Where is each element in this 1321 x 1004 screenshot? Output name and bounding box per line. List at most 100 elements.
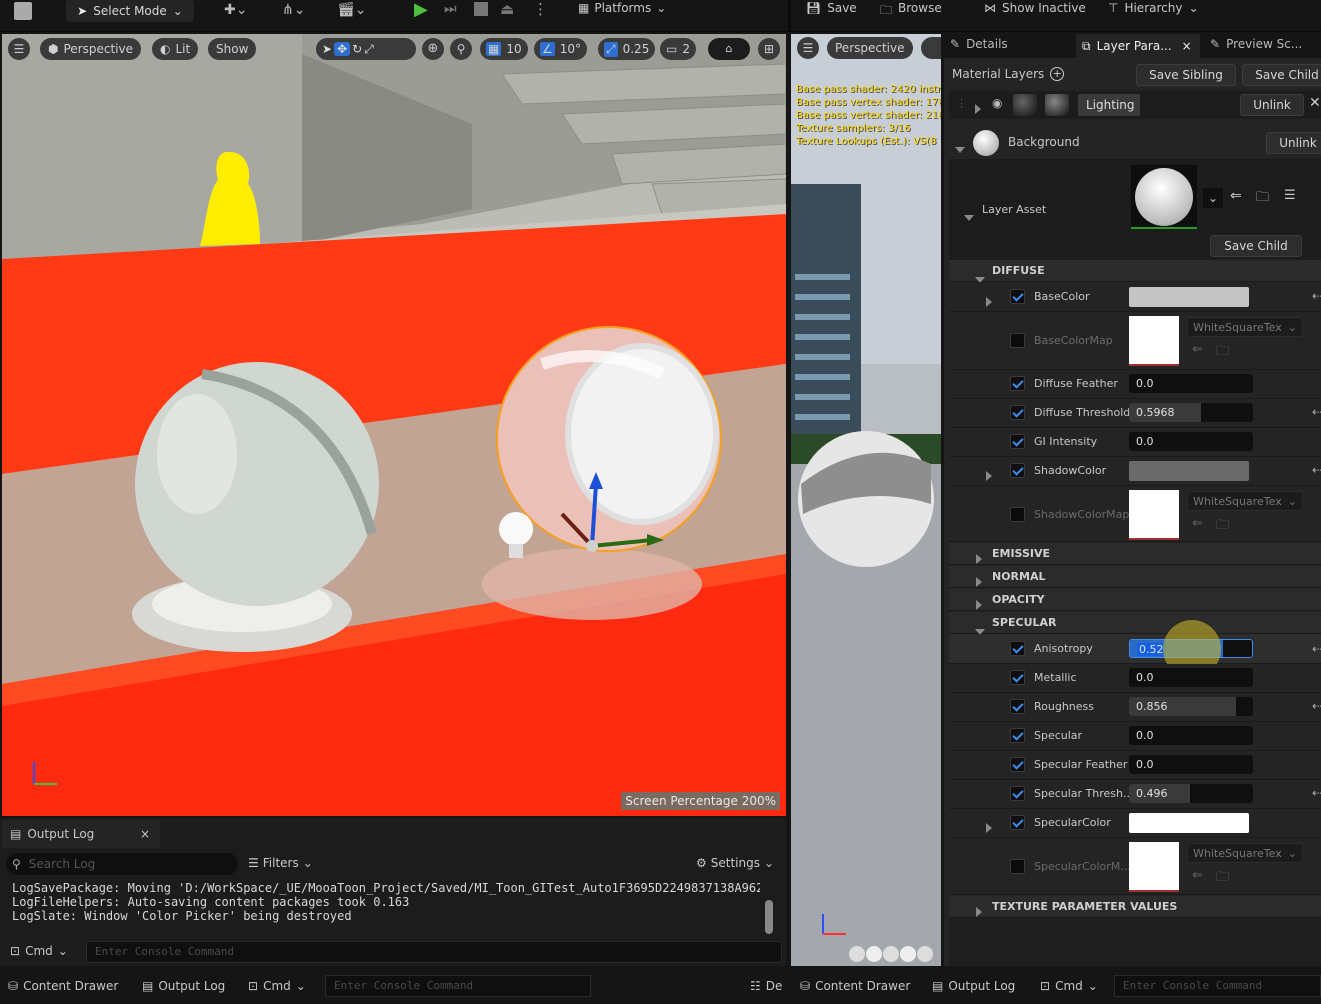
close-icon[interactable]: × — [1182, 39, 1192, 53]
save-icon[interactable] — [14, 2, 32, 20]
cmd-dropdown[interactable]: ⊡ Cmd ⌄ — [10, 944, 68, 958]
show-inactive-button[interactable]: ⋈ Show Inactive — [984, 1, 1086, 15]
add-layer-icon[interactable]: + — [1050, 67, 1065, 81]
basecolor-swatch[interactable] — [1129, 287, 1249, 307]
platforms-button[interactable]: ▦ Platforms ⌄ — [578, 1, 666, 15]
specular-threshold-checkbox[interactable] — [1010, 786, 1025, 801]
tab-layer-parameters[interactable]: ⧉ Layer Para... × — [1076, 34, 1200, 58]
settings-button[interactable]: ⚙ Settings ⌄ — [696, 856, 774, 870]
collapse-arrow[interactable] — [964, 206, 974, 225]
cube-icon[interactable] — [900, 946, 916, 962]
layout-icon[interactable]: ⊞ — [758, 38, 780, 60]
grid-snap-button[interactable]: ▦ 10 — [480, 38, 528, 60]
visibility-eye-icon[interactable]: ◉ — [992, 96, 1002, 110]
tab-details[interactable]: ✎ Details — [950, 37, 1008, 51]
save-child-button[interactable]: Save Child — [1242, 64, 1321, 86]
rotation-snap-button[interactable]: ∠ 10° — [534, 38, 588, 60]
specularcolor-checkbox[interactable] — [1010, 815, 1025, 830]
content-drawer-button-2[interactable]: ⛁ Content Drawer — [800, 979, 910, 993]
diffuse-threshold-checkbox[interactable] — [1010, 405, 1025, 420]
plane-icon[interactable] — [883, 946, 899, 962]
unlink-button[interactable]: Unlink — [1240, 94, 1304, 116]
search-log-field[interactable]: ⚲ Search Log — [6, 853, 238, 875]
expand-arrow[interactable] — [986, 818, 992, 837]
specularcolormap-thumbnail[interactable] — [1129, 842, 1179, 892]
filter-icon[interactable]: ☰ — [1284, 188, 1296, 203]
maximize-viewport-icon[interactable]: ⌂ — [708, 38, 750, 60]
reset-arrow-icon[interactable]: ⇠ — [1312, 642, 1321, 656]
close-icon[interactable]: × — [140, 827, 150, 841]
select-tool-icon[interactable]: ➤ — [322, 42, 332, 56]
content-drawer-button[interactable]: ⛁ Content Drawer — [8, 979, 118, 993]
hierarchy-button[interactable]: ⊤ Hierarchy ⌄ — [1108, 1, 1199, 15]
anisotropy-checkbox[interactable] — [1010, 641, 1025, 656]
play-icon[interactable]: ▶ — [414, 0, 428, 20]
expand-arrow[interactable] — [986, 292, 992, 311]
show-button[interactable]: Show — [208, 38, 257, 60]
unlink-background-button[interactable]: Unlink — [1266, 132, 1321, 154]
scale-tool-icon[interactable]: ⤢ — [364, 42, 374, 57]
texture-picker[interactable]: WhiteSquareTex ⌄ — [1187, 843, 1303, 863]
reset-arrow-icon[interactable]: ⇠ — [1312, 699, 1321, 713]
add-content-icon[interactable]: ✚⌄ — [224, 2, 247, 18]
blueprint-icon[interactable]: ⋔⌄ — [282, 2, 305, 18]
use-selected-icon[interactable]: ⇐ — [1192, 868, 1203, 883]
preview-viewport[interactable]: ☰ Perspective Base pass shader: 2420 ins… — [791, 34, 941, 966]
reset-arrow-icon[interactable]: ⇠ — [1312, 405, 1321, 419]
eject-icon[interactable]: ⏏ — [500, 0, 514, 18]
shadowcolor-swatch[interactable] — [1129, 461, 1249, 481]
browse-asset-icon[interactable]: 🗀 — [1216, 342, 1229, 364]
console-input[interactable]: Enter Console Command — [86, 941, 782, 963]
browse-asset-icon[interactable]: 🗀 — [1216, 868, 1229, 890]
browse-asset-icon[interactable]: 🗀 — [1256, 188, 1269, 210]
use-selected-icon[interactable]: ⇐ — [1192, 516, 1203, 531]
output-log-button[interactable]: ▤ Output Log — [142, 979, 225, 993]
specularcolor-swatch[interactable] — [1129, 813, 1249, 833]
console-input-status[interactable]: Enter Console Command — [325, 975, 591, 997]
reset-arrow-icon[interactable]: ⇠ — [1312, 289, 1321, 303]
expand-arrow[interactable] — [975, 99, 981, 118]
shadowcolormap-thumbnail[interactable] — [1129, 490, 1179, 540]
cinematics-icon[interactable]: 🎬︎⌄ — [337, 2, 367, 18]
cmd-dropdown-status-2[interactable]: ⊡ Cmd ⌄ — [1040, 979, 1098, 993]
diffuse-threshold-input[interactable]: 0.5968 — [1129, 403, 1253, 422]
translate-tool-icon[interactable]: ✥ — [334, 42, 351, 56]
camera-speed-button[interactable]: ▭ 2 — [660, 38, 696, 60]
sphere-icon[interactable] — [866, 946, 882, 962]
collapse-arrow[interactable] — [955, 138, 965, 157]
use-selected-icon[interactable]: ⇐ — [1230, 188, 1242, 204]
browse-asset-icon[interactable]: 🗀 — [1216, 516, 1229, 538]
save-child-asset-button[interactable]: Save Child — [1210, 235, 1302, 257]
metallic-input[interactable]: 0.0 — [1129, 668, 1253, 687]
derived-data-button[interactable]: ☷ De — [750, 979, 782, 993]
preview-perspective-button[interactable]: Perspective — [827, 37, 913, 59]
basecolormap-checkbox[interactable] — [1010, 333, 1025, 348]
cylinder-icon[interactable] — [849, 946, 865, 962]
console-input-status-2[interactable]: Enter Console Command — [1114, 975, 1321, 997]
browse-button[interactable]: 🗀 Browse — [880, 1, 942, 22]
expand-arrow[interactable] — [986, 466, 992, 485]
asset-dropdown-icon[interactable]: ⌄ — [1203, 188, 1223, 208]
more-options-icon[interactable]: ⋮ — [533, 0, 548, 18]
select-mode-button[interactable]: ➤ Select Mode ⌄ — [66, 0, 194, 22]
shadowcolormap-checkbox[interactable] — [1010, 507, 1025, 522]
level-viewport[interactable]: ☰ ⬢ Perspective ◐ Lit Show ➤ ✥ ↻ ⤢ ⊕ ⚲ ▦ 10… — [2, 34, 786, 816]
reset-arrow-icon[interactable]: ⇠ — [1312, 786, 1321, 800]
specular-checkbox[interactable] — [1010, 728, 1025, 743]
roughness-checkbox[interactable] — [1010, 699, 1025, 714]
scale-snap-button[interactable]: ⤢ 0.25 — [598, 38, 656, 60]
output-log-tab[interactable]: ▤ Output Log × — [2, 820, 160, 848]
specular-feather-input[interactable]: 0.0 — [1129, 755, 1253, 774]
reset-arrow-icon[interactable]: ⇠ — [1312, 463, 1321, 477]
viewport-menu-button[interactable]: ☰ — [8, 38, 30, 60]
drag-handle-icon[interactable]: ⋮ — [956, 97, 967, 110]
cmd-dropdown-status[interactable]: ⊡ Cmd ⌄ — [248, 979, 306, 993]
gi-intensity-checkbox[interactable] — [1010, 434, 1025, 449]
shadowcolor-checkbox[interactable] — [1010, 463, 1025, 478]
tab-preview-scene[interactable]: ✎ Preview Sc... — [1210, 37, 1302, 51]
save-sibling-button[interactable]: Save Sibling — [1136, 64, 1236, 86]
save-asset-button[interactable]: 💾︎ Save — [806, 1, 857, 15]
specular-feather-checkbox[interactable] — [1010, 757, 1025, 772]
preview-shape-buttons[interactable] — [849, 946, 933, 962]
basecolor-checkbox[interactable] — [1010, 289, 1025, 304]
